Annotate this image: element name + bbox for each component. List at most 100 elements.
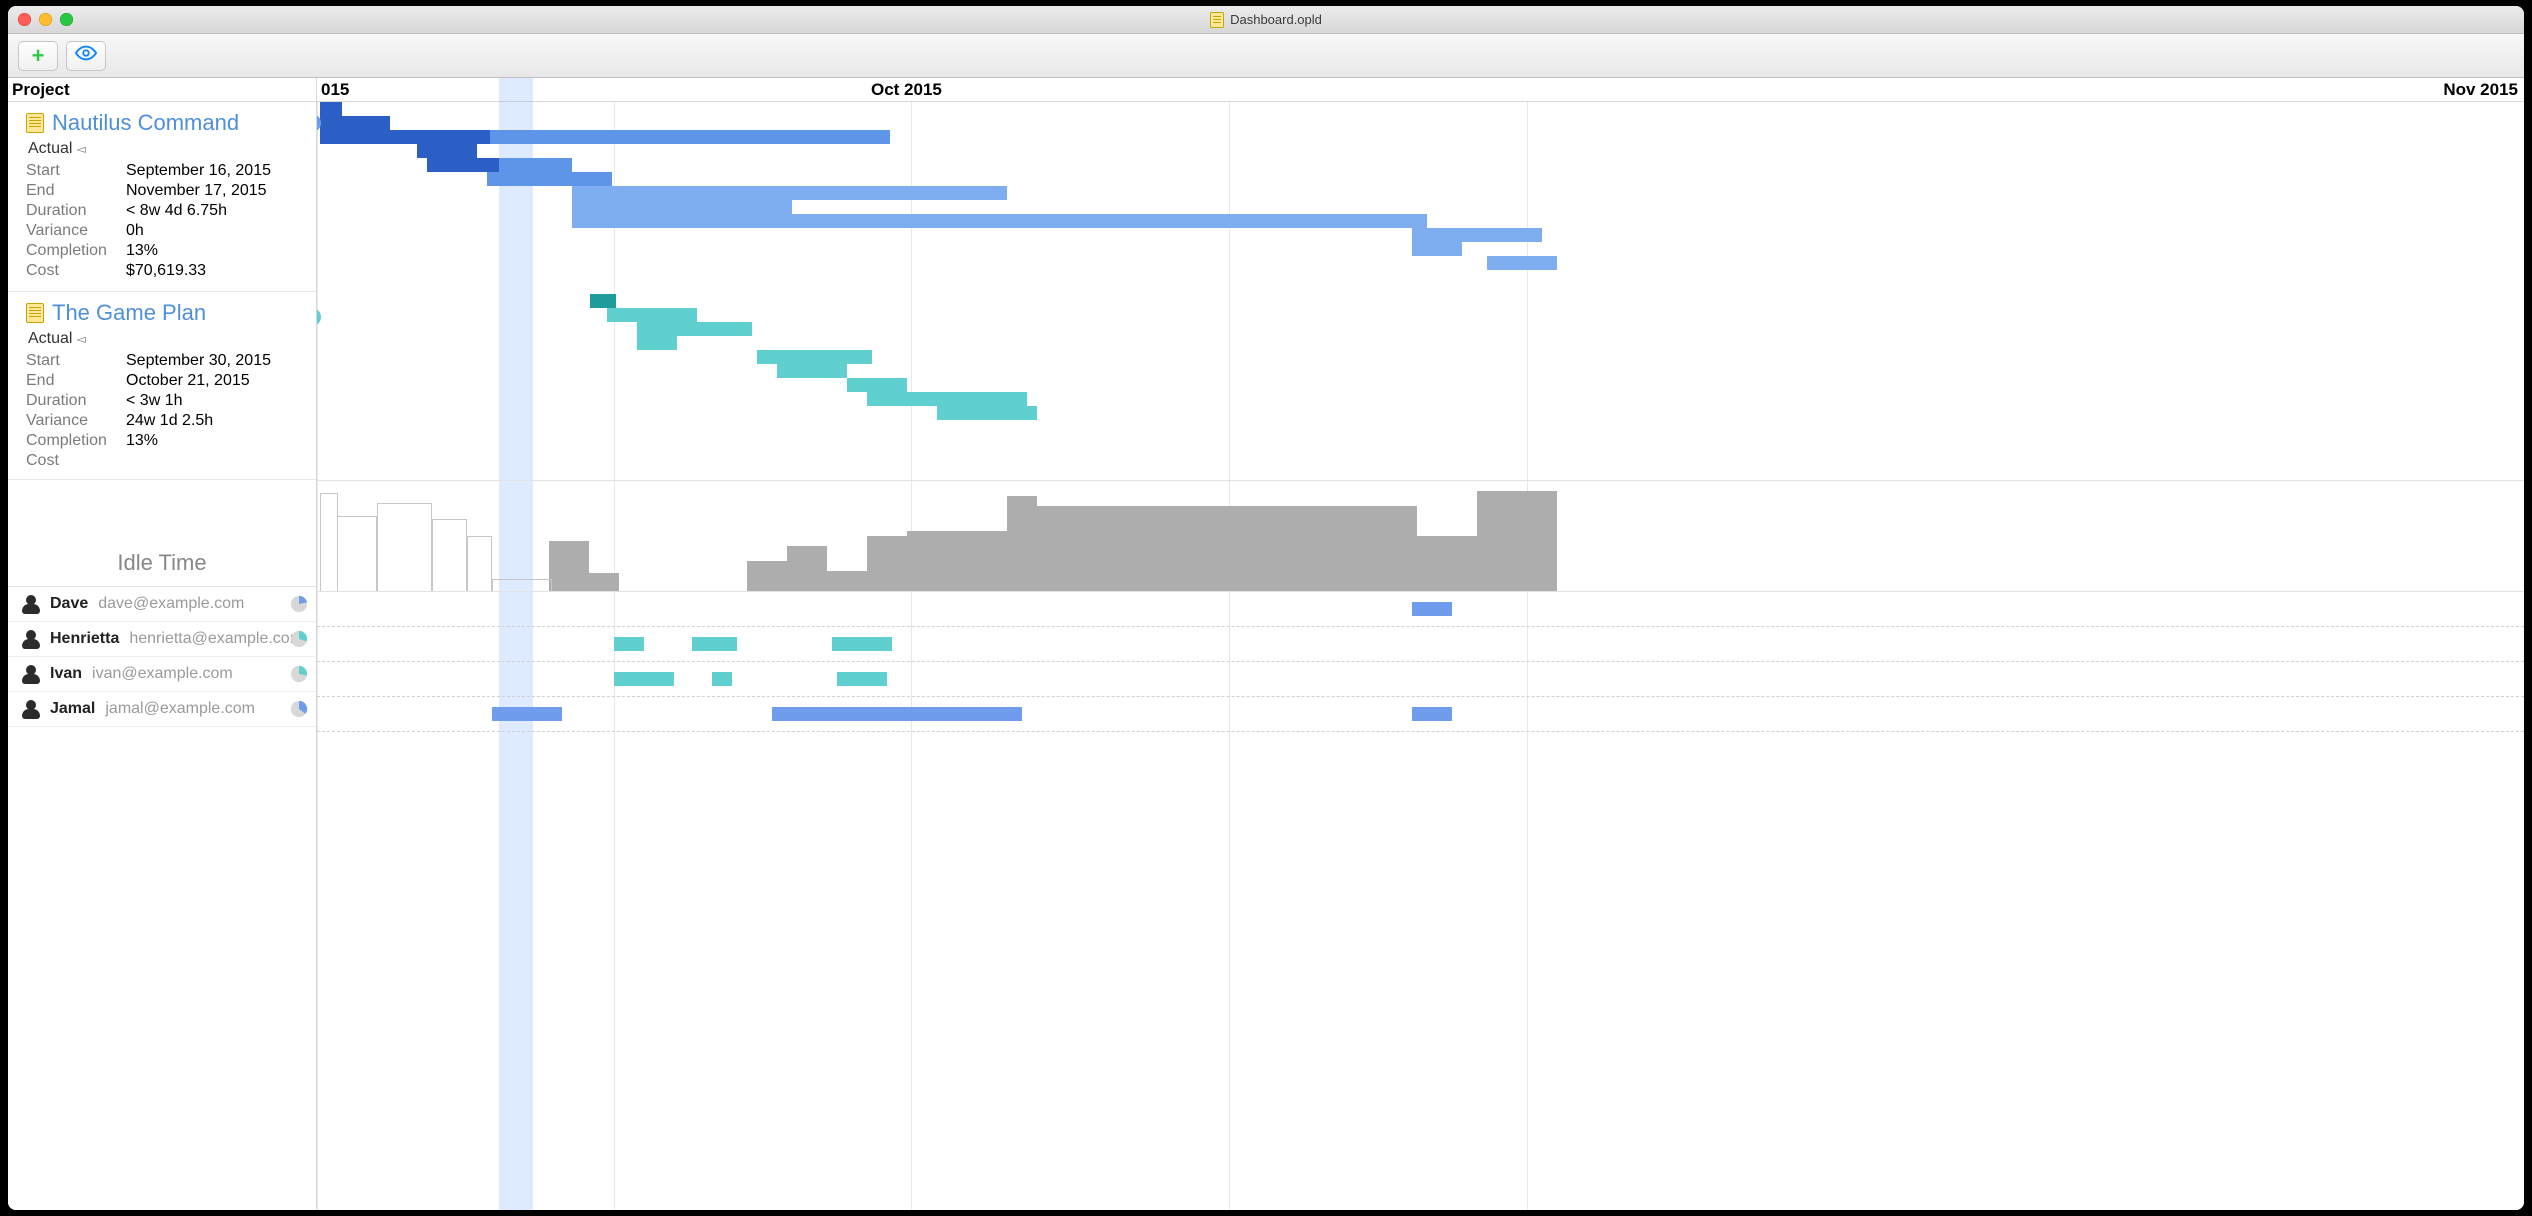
value-completion: 13% xyxy=(126,242,308,260)
idle-bar xyxy=(1037,506,1417,591)
resource-bar[interactable] xyxy=(614,637,644,651)
person-row-ivan[interactable]: Ivan ivan@example.com xyxy=(8,657,316,692)
gantt-bar[interactable] xyxy=(637,322,752,336)
idle-outline xyxy=(320,493,338,591)
gantt-bar[interactable] xyxy=(572,200,792,214)
resource-row xyxy=(317,697,2524,732)
timeline-header: 015 Oct 2015Nov 2015 xyxy=(317,78,2524,102)
gantt-bar[interactable] xyxy=(320,102,342,116)
gantt-chart-game-plan xyxy=(317,294,2524,480)
idle-time-header: Idle Time xyxy=(8,480,316,587)
timeline-panel[interactable]: 015 Oct 2015Nov 2015 xyxy=(317,78,2524,1210)
traffic-lights xyxy=(18,13,73,26)
eye-icon xyxy=(75,42,97,69)
window-zoom-button[interactable] xyxy=(60,13,73,26)
project-column-header: Project xyxy=(8,78,316,102)
value-start: September 30, 2015 xyxy=(126,352,308,370)
gantt-bar[interactable] xyxy=(490,130,890,144)
resource-bar[interactable] xyxy=(832,637,892,651)
resource-bar[interactable] xyxy=(1412,602,1452,616)
gantt-bar[interactable] xyxy=(417,144,477,158)
project-meta: StartSeptember 30, 2015 EndOctober 21, 2… xyxy=(26,352,308,470)
titlebar: Dashboard.opld xyxy=(8,6,2524,34)
gantt-bar[interactable] xyxy=(867,392,1027,406)
idle-bar xyxy=(589,573,619,591)
gantt-bar[interactable] xyxy=(427,158,499,172)
app-window: Dashboard.opld + Project Nautilus Comman… xyxy=(8,6,2524,1210)
avatar-icon xyxy=(22,665,40,683)
person-name: Ivan xyxy=(50,665,82,683)
gantt-bar[interactable] xyxy=(320,116,390,130)
resource-bar[interactable] xyxy=(837,672,887,686)
value-variance: 0h xyxy=(126,222,308,240)
project-item-nautilus[interactable]: Nautilus Command Actual ◅ StartSeptember… xyxy=(8,102,316,292)
person-row-jamal[interactable]: Jamal jamal@example.com xyxy=(8,692,316,727)
project-item-game-plan[interactable]: The Game Plan Actual ◅ StartSeptember 30… xyxy=(8,292,316,480)
gantt-bar[interactable] xyxy=(1412,228,1542,242)
resource-bar[interactable] xyxy=(692,637,737,651)
resource-bar[interactable] xyxy=(712,672,732,686)
gantt-bar[interactable] xyxy=(847,378,907,392)
document-icon xyxy=(1210,12,1224,28)
view-button[interactable] xyxy=(66,41,106,71)
gantt-bar[interactable] xyxy=(937,406,997,420)
value-cost: $70,619.33 xyxy=(126,262,308,280)
person-email: ivan@example.com xyxy=(92,665,233,683)
avatar-icon xyxy=(22,595,40,613)
idle-outline xyxy=(337,516,377,591)
label-start: Start xyxy=(26,162,126,180)
project-mode-selector[interactable]: Actual ◅ xyxy=(26,328,308,352)
timeline-start-label: 015 xyxy=(321,80,349,100)
gantt-bar[interactable] xyxy=(572,214,1427,228)
resource-bar[interactable] xyxy=(614,672,674,686)
gantt-bar[interactable] xyxy=(607,308,697,322)
gantt-chart-nautilus xyxy=(317,102,2524,288)
resource-row xyxy=(317,662,2524,697)
idle-outline xyxy=(432,519,467,591)
idle-bar xyxy=(827,571,867,591)
allocation-pie-icon xyxy=(290,630,308,648)
value-cost xyxy=(126,452,308,470)
window-close-button[interactable] xyxy=(18,13,31,26)
project-file-icon xyxy=(26,113,44,133)
label-variance: Variance xyxy=(26,412,126,430)
gantt-bar[interactable] xyxy=(757,350,872,364)
allocation-pie-icon xyxy=(290,665,308,683)
idle-bar xyxy=(787,546,827,591)
label-cost: Cost xyxy=(26,262,126,280)
gantt-bar[interactable] xyxy=(1487,256,1557,270)
project-mode-label: Actual xyxy=(28,140,72,158)
gantt-bar[interactable] xyxy=(1412,242,1462,256)
gantt-bar[interactable] xyxy=(637,336,677,350)
project-mode-selector[interactable]: Actual ◅ xyxy=(26,138,308,162)
person-email: dave@example.com xyxy=(98,595,244,613)
gantt-bar[interactable] xyxy=(777,364,847,378)
gantt-bar[interactable] xyxy=(997,406,1037,420)
idle-outline xyxy=(492,579,552,591)
person-row-henrietta[interactable]: Henrietta henrietta@example.com xyxy=(8,622,316,657)
resource-bar[interactable] xyxy=(772,707,1022,721)
add-button[interactable]: + xyxy=(18,41,58,71)
value-start: September 16, 2015 xyxy=(126,162,308,180)
value-end: October 21, 2015 xyxy=(126,372,308,390)
person-name: Henrietta xyxy=(50,630,119,648)
gantt-bar[interactable] xyxy=(590,294,616,308)
gantt-bar[interactable] xyxy=(582,172,612,186)
resource-row xyxy=(317,627,2524,662)
idle-time-chart xyxy=(317,480,2524,592)
resource-bar[interactable] xyxy=(492,707,562,721)
person-row-dave[interactable]: Dave dave@example.com xyxy=(8,587,316,622)
gantt-bar[interactable] xyxy=(320,130,490,144)
resource-bar[interactable] xyxy=(1412,707,1452,721)
label-duration: Duration xyxy=(26,392,126,410)
label-completion: Completion xyxy=(26,432,126,450)
plus-icon: + xyxy=(32,45,45,67)
label-end: End xyxy=(26,182,126,200)
window-minimize-button[interactable] xyxy=(39,13,52,26)
idle-bar xyxy=(549,541,589,591)
idle-bar xyxy=(1007,496,1037,591)
label-end: End xyxy=(26,372,126,390)
person-email: henrietta@example.com xyxy=(129,630,303,648)
gantt-bar[interactable] xyxy=(572,186,1007,200)
label-variance: Variance xyxy=(26,222,126,240)
